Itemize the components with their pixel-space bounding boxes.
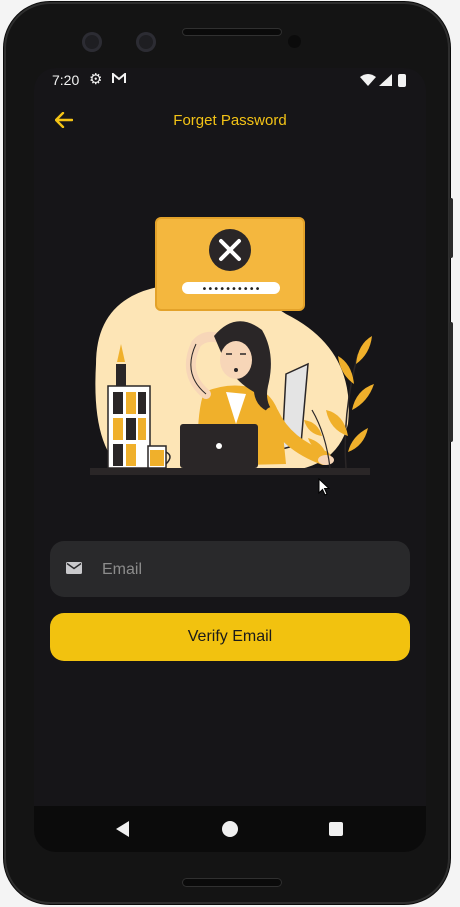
phone-frame: 7:20 ⚙ Forget Password •••••••••• Email … (4, 2, 453, 904)
mouse-cursor-icon (318, 478, 330, 496)
battery-icon (398, 74, 406, 87)
verify-email-button[interactable]: Verify Email (50, 613, 410, 661)
power-button (449, 198, 453, 258)
page-title: Forget Password (173, 112, 287, 129)
volume-button (449, 322, 453, 442)
signal-icon (379, 73, 392, 89)
front-camera-icon (82, 32, 102, 52)
status-bar: 7:20 ⚙ (34, 68, 426, 92)
forgot-password-illustration: •••••••••• (90, 217, 374, 475)
email-input[interactable] (100, 541, 394, 599)
mail-icon (66, 562, 82, 574)
front-sensor-icon (136, 32, 156, 52)
email-field[interactable] (50, 541, 410, 599)
triangle-back-icon[interactable] (116, 821, 129, 837)
proximity-sensor-icon (288, 35, 301, 48)
navigation-bar (34, 806, 426, 852)
gear-icon: ⚙ (89, 71, 103, 88)
password-mask: •••••••••• (202, 284, 261, 295)
status-time: 7:20 (52, 72, 80, 88)
screen: 7:20 ⚙ Forget Password •••••••••• Email … (34, 68, 426, 852)
app-bar: Forget Password (34, 104, 426, 136)
square-recents-icon[interactable] (329, 822, 343, 836)
bottom-speaker (182, 878, 282, 887)
circle-home-icon[interactable] (222, 821, 238, 837)
gmail-icon (112, 71, 126, 87)
wifi-icon (360, 73, 376, 89)
earpiece-speaker (182, 28, 282, 36)
